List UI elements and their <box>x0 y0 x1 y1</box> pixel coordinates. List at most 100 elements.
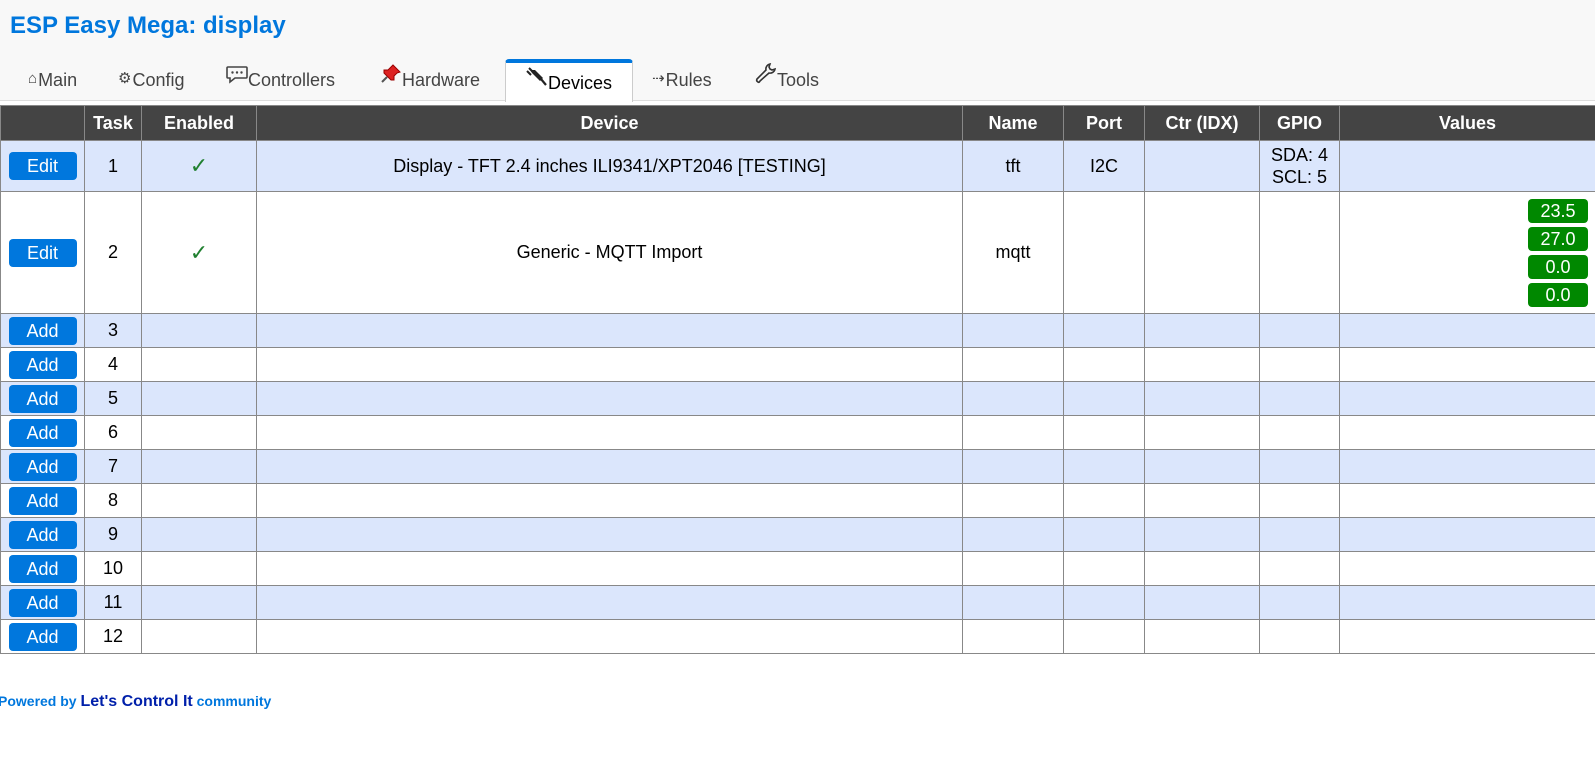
name-cell <box>962 619 1064 654</box>
enabled-cell <box>141 619 257 654</box>
header-name: Name <box>962 105 1064 141</box>
value-badge: 0.0 <box>1528 254 1588 279</box>
action-cell: Add <box>0 449 85 484</box>
header-enabled: Enabled <box>141 105 257 141</box>
device-cell <box>256 551 963 586</box>
ctr-cell <box>1144 585 1260 620</box>
tab-rules[interactable]: ⇢Rules <box>652 59 712 100</box>
task-cell: 9 <box>84 517 142 552</box>
checkmark-icon: ✓ <box>189 153 209 178</box>
port-cell <box>1063 585 1145 620</box>
tab-controllers-label: Controllers <box>248 69 336 90</box>
ctr-cell <box>1144 191 1260 314</box>
value-badge: 0.0 <box>1528 282 1588 307</box>
values-cell <box>1339 140 1595 192</box>
ctr-cell <box>1144 140 1260 192</box>
ctr-cell <box>1144 381 1260 416</box>
tab-tools[interactable]: Tools <box>755 59 819 100</box>
header-values: Values <box>1339 105 1595 141</box>
tab-config[interactable]: ⚙Config <box>118 59 184 100</box>
tab-devices-label: Devices <box>548 72 613 93</box>
header-ctr-idx: Ctr (IDX) <box>1144 105 1260 141</box>
add-button[interactable]: Add <box>8 316 77 345</box>
values-cell <box>1339 313 1595 348</box>
action-cell: Add <box>0 313 85 348</box>
table-row: Add 3 <box>0 313 1595 348</box>
name-cell <box>962 483 1064 518</box>
task-cell: 5 <box>84 381 142 416</box>
add-button[interactable]: Add <box>8 622 77 651</box>
add-button[interactable]: Add <box>8 520 77 549</box>
footer-link[interactable]: Let's Control It <box>80 693 192 710</box>
gpio-scl: SCL: 5 <box>1271 167 1328 187</box>
edit-button[interactable]: Edit <box>8 152 77 180</box>
task-cell: 7 <box>84 449 142 484</box>
add-button[interactable]: Add <box>8 554 77 583</box>
gpio-cell <box>1259 517 1340 552</box>
tab-hardware[interactable]: Hardware <box>380 59 480 100</box>
values-cell <box>1339 415 1595 450</box>
home-icon: ⌂ <box>28 69 38 87</box>
value-badge: 23.5 <box>1528 198 1588 223</box>
device-cell: Generic - MQTT Import <box>256 191 963 314</box>
gpio-cell: SDA: 4 SCL: 5 <box>1259 140 1340 192</box>
name-cell <box>962 517 1064 552</box>
values-cell <box>1339 551 1595 586</box>
table-header-row: Task Enabled Device Name Port Ctr (IDX) … <box>0 105 1595 141</box>
action-cell: Add <box>0 517 85 552</box>
values-cell <box>1339 381 1595 416</box>
device-cell <box>256 483 963 518</box>
gpio-cell <box>1259 483 1340 518</box>
edit-button[interactable]: Edit <box>8 238 77 267</box>
gpio-cell <box>1259 449 1340 484</box>
port-cell <box>1063 347 1145 382</box>
values-cell <box>1339 347 1595 382</box>
add-button[interactable]: Add <box>8 452 77 481</box>
gpio-cell <box>1259 551 1340 586</box>
values-cell <box>1339 483 1595 518</box>
task-cell: 2 <box>84 191 142 314</box>
name-cell <box>962 449 1064 484</box>
add-button[interactable]: Add <box>8 350 77 379</box>
values-cell: 23.5 27.0 0.0 0.0 <box>1339 191 1595 314</box>
enabled-cell <box>141 381 257 416</box>
action-cell: Add <box>0 381 85 416</box>
enabled-cell <box>141 483 257 518</box>
gpio-cell <box>1259 415 1340 450</box>
add-button[interactable]: Add <box>8 418 77 447</box>
device-cell <box>256 585 963 620</box>
add-button[interactable]: Add <box>8 384 77 413</box>
gpio-cell <box>1259 619 1340 654</box>
plug-icon <box>526 62 548 101</box>
table-row: Add 10 <box>0 551 1595 586</box>
tab-main[interactable]: ⌂Main <box>28 59 77 100</box>
port-cell <box>1063 619 1145 654</box>
task-cell: 3 <box>84 313 142 348</box>
gpio-sda: SDA: 4 <box>1270 145 1329 165</box>
add-button[interactable]: Add <box>8 486 77 515</box>
ctr-cell <box>1144 619 1260 654</box>
ctr-cell <box>1144 483 1260 518</box>
enabled-cell: ✓ <box>141 191 257 314</box>
table-row: Add 5 <box>0 381 1595 416</box>
tab-devices[interactable]: Devices <box>505 59 633 102</box>
values-cell <box>1339 619 1595 654</box>
add-button[interactable]: Add <box>8 588 77 617</box>
gear-icon: ⚙ <box>118 69 132 87</box>
name-cell <box>962 347 1064 382</box>
port-cell <box>1063 381 1145 416</box>
device-cell <box>256 517 963 552</box>
enabled-cell <box>141 313 257 348</box>
name-cell: tft <box>962 140 1064 192</box>
value-badge: 27.0 <box>1528 226 1588 251</box>
device-cell <box>256 449 963 484</box>
device-cell: Display - TFT 2.4 inches ILI9341/XPT2046… <box>256 140 963 192</box>
enabled-cell <box>141 347 257 382</box>
action-cell: Add <box>0 551 85 586</box>
enabled-cell: ✓ <box>141 140 257 192</box>
tab-controllers[interactable]: Controllers <box>226 59 335 100</box>
table-row: Edit 1 ✓ Display - TFT 2.4 inches ILI934… <box>0 140 1595 192</box>
table-row: Add 7 <box>0 449 1595 484</box>
task-cell: 10 <box>84 551 142 586</box>
device-cell <box>256 415 963 450</box>
